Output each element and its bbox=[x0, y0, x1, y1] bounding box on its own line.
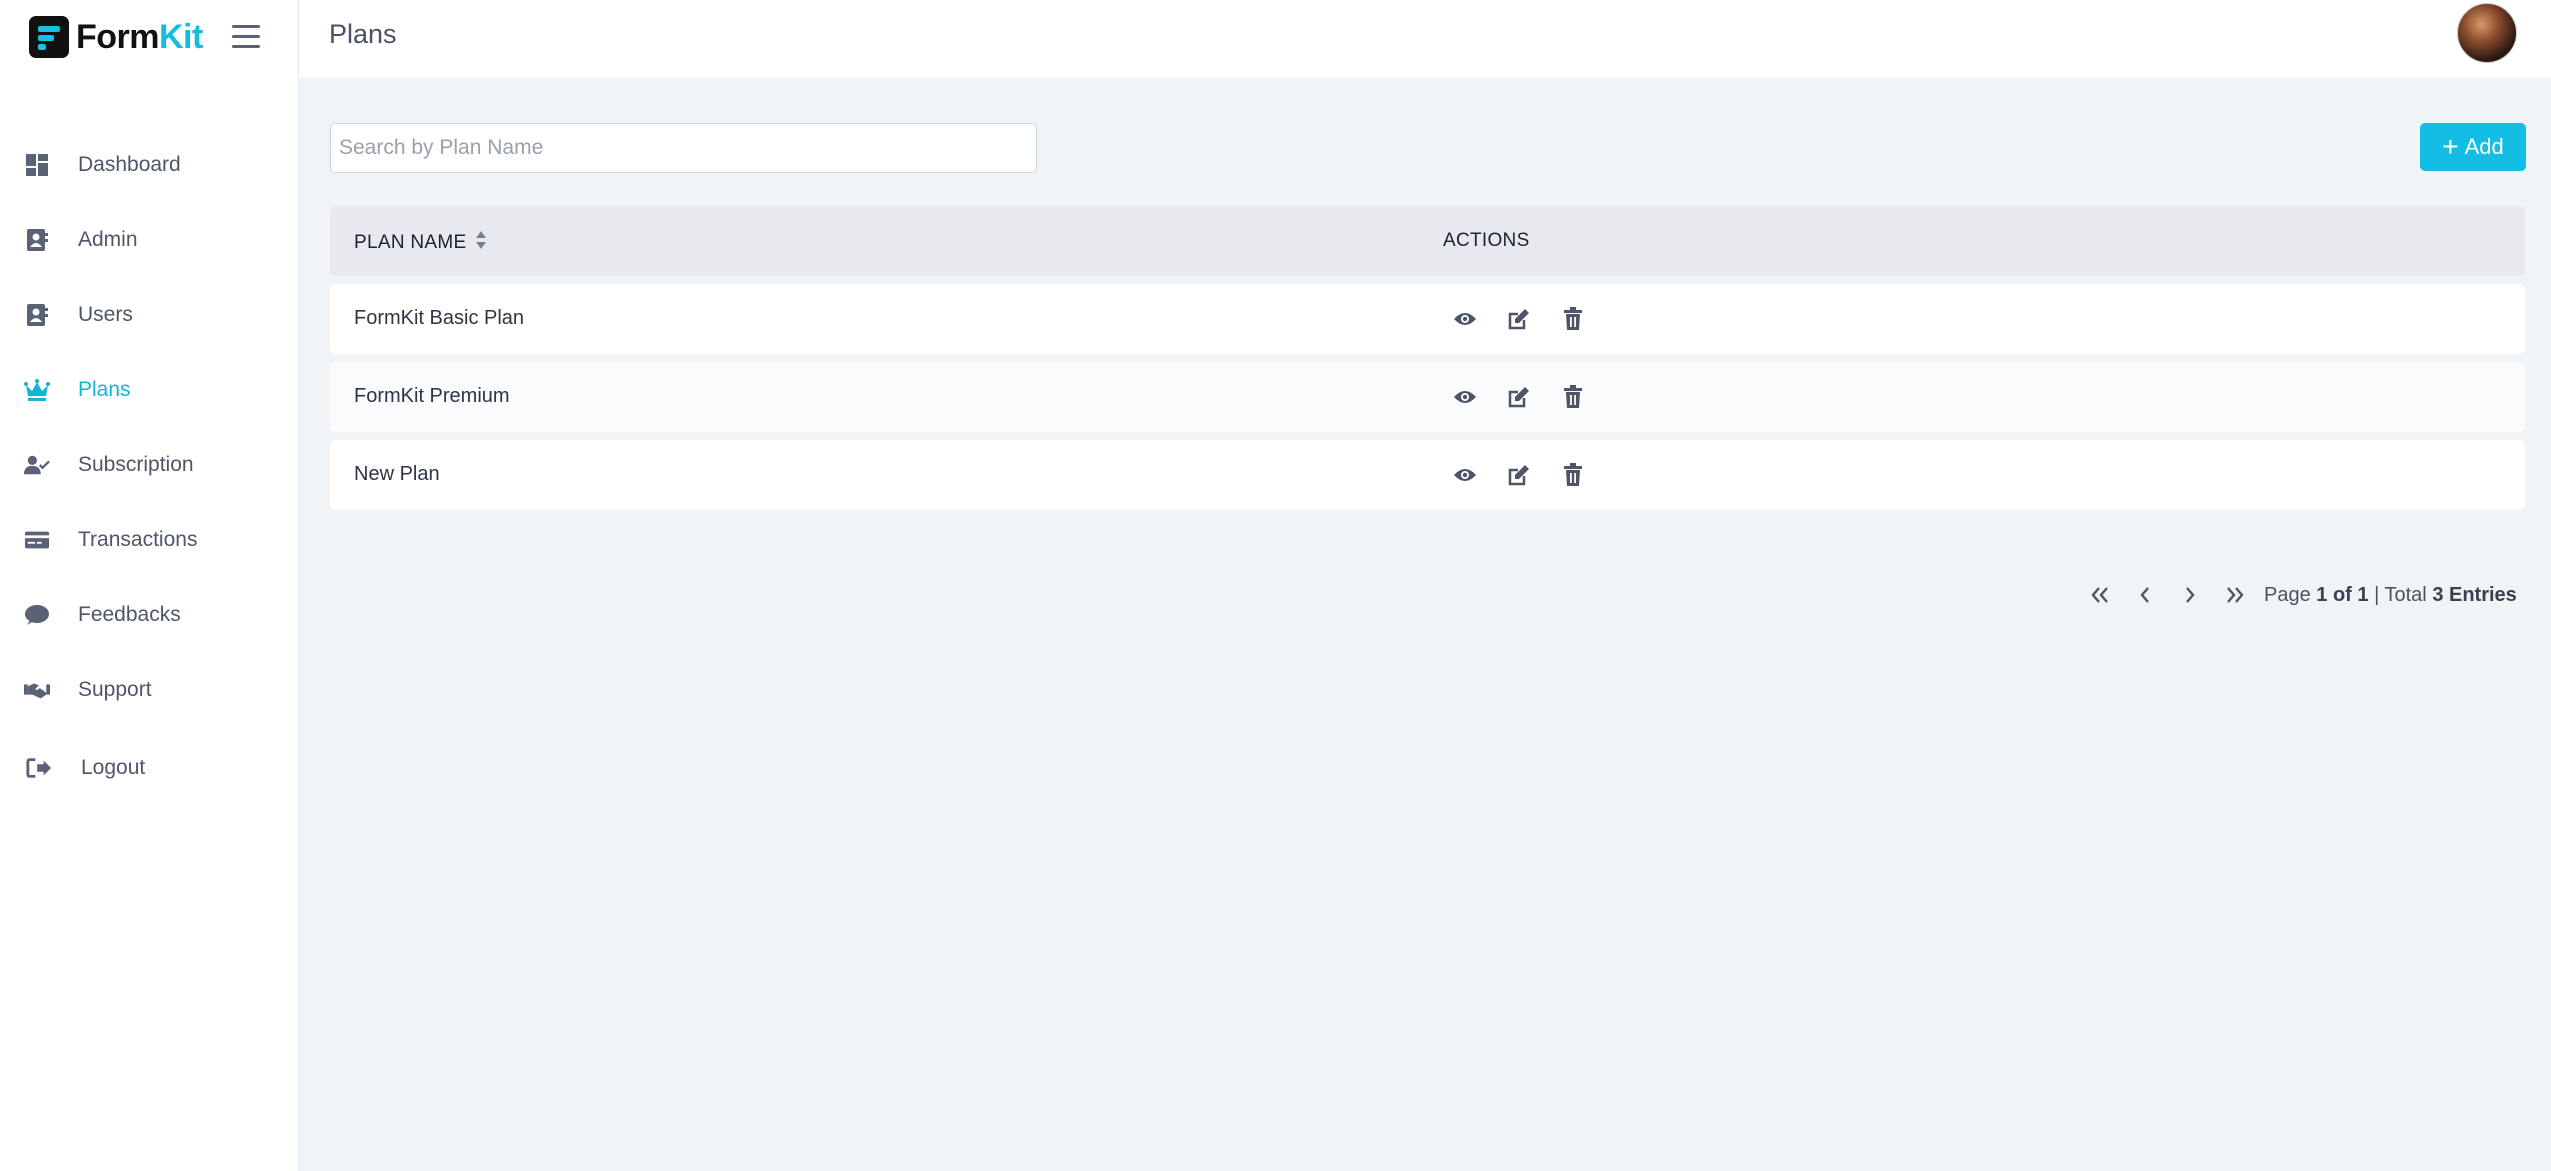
user-check-icon bbox=[24, 452, 50, 478]
delete-icon[interactable] bbox=[1558, 304, 1588, 334]
edit-icon[interactable] bbox=[1504, 382, 1534, 412]
sign-out-icon bbox=[26, 755, 52, 781]
formkit-logo[interactable]: FormKit bbox=[29, 16, 203, 58]
plan-name-cell: FormKit Premium bbox=[354, 385, 510, 407]
delete-icon[interactable] bbox=[1558, 382, 1588, 412]
menu-toggle-icon[interactable] bbox=[232, 25, 260, 49]
handshake-icon bbox=[24, 677, 50, 703]
credit-card-icon bbox=[24, 527, 50, 553]
row-actions bbox=[1450, 382, 1612, 412]
delete-icon[interactable] bbox=[1558, 460, 1588, 490]
column-header-plan-name[interactable]: PLAN NAME bbox=[354, 230, 487, 256]
row-actions bbox=[1450, 304, 1612, 334]
top-bar: Plans bbox=[299, 0, 2551, 78]
page-title: Plans bbox=[329, 19, 397, 49]
column-header-label: PLAN NAME bbox=[354, 232, 467, 253]
sidebar-item-label: Users bbox=[78, 303, 133, 326]
edit-icon[interactable] bbox=[1504, 304, 1534, 334]
pagination-separator: | bbox=[2374, 583, 2380, 606]
table-row: New Plan bbox=[330, 440, 2525, 510]
crown-icon bbox=[24, 377, 50, 403]
row-actions bbox=[1450, 460, 1612, 490]
plan-name-cell: New Plan bbox=[354, 463, 440, 485]
page-value: 1 of 1 bbox=[2316, 583, 2369, 606]
table-header: PLAN NAME ACTIONS bbox=[330, 206, 2525, 276]
view-icon[interactable] bbox=[1450, 460, 1480, 490]
sidebar-item-label: Support bbox=[78, 678, 152, 701]
sidebar-item-subscription[interactable]: Subscription bbox=[0, 435, 298, 495]
sidebar-item-plans[interactable]: Plans bbox=[0, 360, 298, 420]
edit-icon[interactable] bbox=[1504, 460, 1534, 490]
next-page-icon[interactable] bbox=[2178, 580, 2202, 610]
first-page-icon[interactable] bbox=[2088, 580, 2112, 610]
prev-page-icon[interactable] bbox=[2133, 580, 2157, 610]
formkit-logo-icon bbox=[29, 16, 69, 58]
column-header-actions: ACTIONS bbox=[1443, 230, 1530, 251]
sidebar-item-transactions[interactable]: Transactions bbox=[0, 510, 298, 570]
avatar[interactable] bbox=[2457, 3, 2517, 63]
add-button-label: Add bbox=[2464, 134, 2504, 159]
total-value: 3 Entries bbox=[2432, 583, 2517, 606]
logo-text: FormKit bbox=[76, 18, 203, 57]
sidebar-item-logout[interactable]: Logout bbox=[0, 738, 298, 798]
table-row: FormKit Premium bbox=[330, 362, 2525, 432]
add-plan-button[interactable]: + Add bbox=[2420, 123, 2526, 171]
sidebar-item-label: Dashboard bbox=[78, 153, 181, 176]
comment-icon bbox=[24, 602, 50, 628]
logo-text-form: Form bbox=[76, 17, 160, 56]
contact-book-icon bbox=[24, 302, 50, 328]
total-label: Total bbox=[2384, 583, 2427, 606]
sidebar-item-label: Transactions bbox=[78, 528, 198, 551]
sidebar-item-label: Logout bbox=[81, 756, 146, 779]
table-row: FormKit Basic Plan bbox=[330, 284, 2525, 354]
sidebar-item-label: Plans bbox=[78, 378, 131, 401]
sidebar: FormKit Dashboard Admin Users Plans Subs… bbox=[0, 0, 299, 1171]
sidebar-item-label: Feedbacks bbox=[78, 603, 181, 626]
plan-name-cell: FormKit Basic Plan bbox=[354, 307, 525, 329]
search-input[interactable] bbox=[330, 123, 1037, 173]
sidebar-item-label: Admin bbox=[78, 228, 138, 251]
last-page-icon[interactable] bbox=[2223, 580, 2247, 610]
sort-icon[interactable] bbox=[475, 230, 487, 256]
contact-book-icon bbox=[24, 227, 50, 253]
pagination: Page 1 of 1 | Total 3 Entries bbox=[2088, 580, 2517, 610]
dashboard-icon bbox=[24, 152, 50, 178]
plus-icon: + bbox=[2442, 131, 2459, 162]
view-icon[interactable] bbox=[1450, 382, 1480, 412]
sidebar-item-dashboard[interactable]: Dashboard bbox=[0, 135, 298, 195]
sidebar-item-feedbacks[interactable]: Feedbacks bbox=[0, 585, 298, 645]
page-label: Page bbox=[2264, 583, 2311, 606]
sidebar-item-label: Subscription bbox=[78, 453, 194, 476]
sidebar-item-admin[interactable]: Admin bbox=[0, 210, 298, 270]
logo-text-kit: Kit bbox=[159, 17, 203, 56]
view-icon[interactable] bbox=[1450, 304, 1480, 334]
sidebar-item-users[interactable]: Users bbox=[0, 285, 298, 345]
sidebar-item-support[interactable]: Support bbox=[0, 660, 298, 720]
pagination-summary: Page 1 of 1 | Total 3 Entries bbox=[2264, 584, 2517, 607]
